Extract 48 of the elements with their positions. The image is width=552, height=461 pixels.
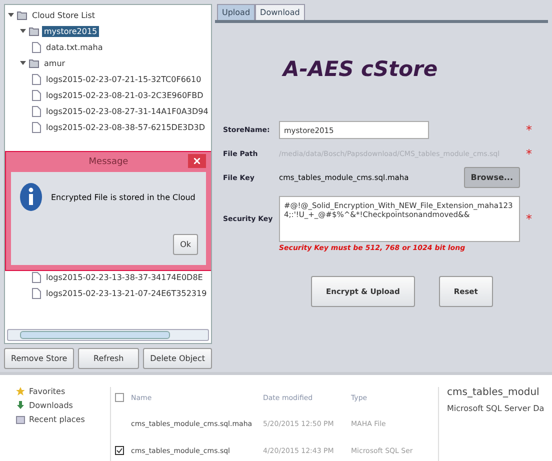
preview-title: cms_tables_modul <box>447 387 540 398</box>
tree-item[interactable]: data.txt.maha <box>44 42 105 52</box>
tree-item[interactable]: mystore2015 <box>42 26 100 36</box>
tab[interactable]: Upload <box>217 4 256 20</box>
panel-button[interactable]: Remove Store <box>4 348 74 369</box>
tree-item[interactable]: logs2015-02-23-08-27-31-14A1F0A3D94 <box>44 106 210 116</box>
tab[interactable]: Download <box>255 4 305 20</box>
file-icon <box>32 90 41 100</box>
file-icon <box>32 288 41 298</box>
tree-item[interactable]: logs2015-02-23-08-38-57-6215DE3D3D <box>44 122 208 132</box>
nav-item[interactable]: Favorites <box>29 387 66 396</box>
tree-root[interactable]: Cloud Store List <box>30 10 98 20</box>
file-icon <box>32 42 41 52</box>
tree-item[interactable]: amur <box>42 58 68 68</box>
browse-button[interactable]: Browse... <box>464 167 520 188</box>
folder-icon <box>29 58 39 68</box>
nav-item[interactable]: Downloads <box>29 401 73 410</box>
expand-icon[interactable] <box>8 12 14 18</box>
panel-button[interactable]: Refresh <box>78 348 140 369</box>
app-title: A-AES cStore <box>283 57 439 81</box>
nav-item[interactable]: Recent places <box>29 415 85 424</box>
tree-item[interactable]: logs2015-02-23-07-21-15-32TC0F6610 <box>44 74 204 84</box>
star-icon <box>16 387 25 396</box>
horizontal-scrollbar[interactable] <box>7 329 209 341</box>
select-all-checkbox[interactable] <box>115 393 124 402</box>
file-icon <box>32 122 41 132</box>
tree-item[interactable]: logs2015-02-23-13-21-07-24E6T352319 <box>44 288 209 298</box>
dialog-title: Message <box>88 157 128 167</box>
dialog-message: Encrypted File is stored in the Cloud <box>51 192 196 202</box>
file-icon <box>32 106 41 116</box>
expand-icon[interactable] <box>20 28 26 34</box>
ok-button[interactable]: Ok <box>173 234 198 255</box>
required-mark: * <box>526 147 533 161</box>
panel-button[interactable]: Delete Object <box>143 348 212 369</box>
close-icon[interactable] <box>194 158 200 164</box>
info-icon <box>19 182 43 212</box>
preview-type: Microsoft SQL Server Da <box>447 404 544 413</box>
file-icon <box>32 74 41 84</box>
expand-icon[interactable] <box>20 60 26 66</box>
tree-item[interactable]: logs2015-02-23-13-38-37-34174E0D8E <box>44 272 205 282</box>
required-mark: * <box>526 123 533 137</box>
tree-item[interactable]: logs2015-02-23-08-21-03-2C3E960FBD <box>44 90 206 100</box>
folder-icon <box>16 415 25 424</box>
required-mark: * <box>526 212 533 226</box>
file-icon <box>32 272 41 282</box>
row-checkbox[interactable] <box>115 446 124 455</box>
close-button[interactable] <box>188 154 206 168</box>
download-icon <box>16 401 25 410</box>
